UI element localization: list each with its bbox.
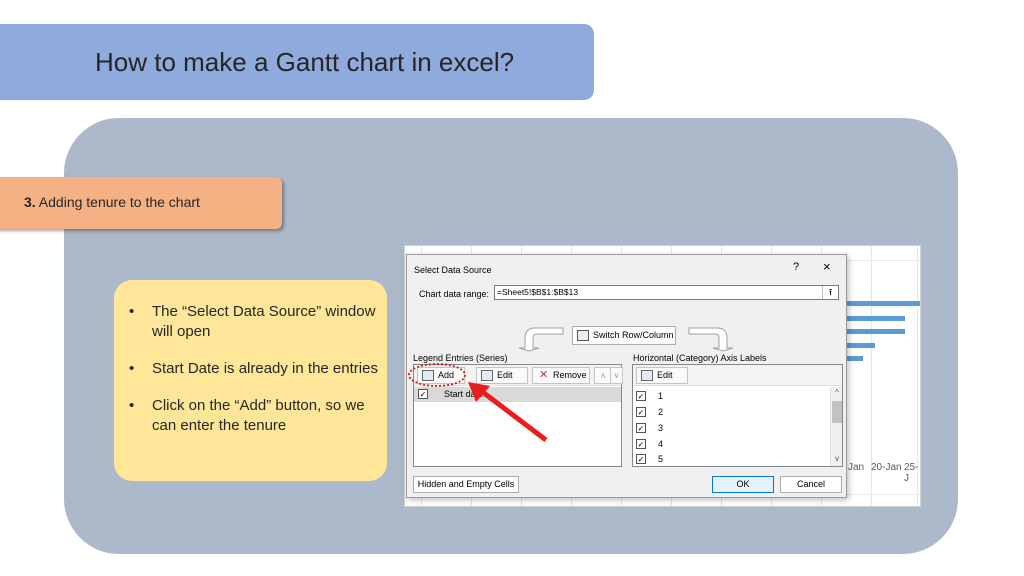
edit-axis-labels-label: Edit	[657, 370, 673, 380]
chart-data-range-input[interactable]: =Sheet5!$B$1:$B$13 ⭱	[494, 285, 839, 300]
switch-row-column-label: Switch Row/Column	[593, 330, 674, 340]
category-labels-list: Edit ✓ 1 ✓ 2 ✓ 3 ✓ 4 ✓ 5 ^ v	[632, 364, 843, 467]
scroll-up-icon[interactable]: ^	[831, 388, 843, 400]
category-checkbox[interactable]: ✓	[636, 407, 646, 417]
bullet-list: The “Select Data Source” window will ope…	[128, 302, 383, 453]
category-label: 2	[658, 407, 664, 417]
category-checkbox[interactable]: ✓	[636, 391, 646, 401]
cancel-button[interactable]: Cancel	[780, 476, 842, 493]
category-checkbox[interactable]: ✓	[636, 439, 646, 449]
category-checkbox[interactable]: ✓	[636, 454, 646, 464]
scroll-down-icon[interactable]: v	[831, 454, 843, 466]
edit-icon	[641, 370, 653, 381]
axis-tick-label: 25-J	[904, 462, 919, 484]
curved-arrow-right-icon	[688, 327, 734, 352]
category-item[interactable]: ✓ 3	[636, 422, 826, 436]
edit-axis-labels-button[interactable]: Edit	[636, 367, 688, 384]
add-button-highlight	[408, 363, 466, 387]
category-item[interactable]: ✓ 5	[636, 453, 826, 467]
step-number: 3.	[24, 194, 36, 210]
chart-bar	[847, 301, 920, 306]
chart-bar	[847, 329, 905, 334]
category-item[interactable]: ✓ 1	[636, 390, 826, 404]
slide-title: How to make a Gantt chart in excel?	[95, 47, 515, 77]
switch-icon	[577, 330, 589, 341]
axis-tick-label: Jan	[848, 462, 865, 473]
axis-tick-label: 20-Jan	[871, 462, 902, 473]
chart-bar	[847, 316, 905, 321]
category-label: 5	[658, 454, 664, 464]
collapse-dialog-icon[interactable]: ⭱	[822, 286, 838, 299]
category-label: 1	[658, 391, 664, 401]
bullet-item: Start Date is already in the entries	[128, 359, 383, 379]
bullet-item: Click on the “Add” button, so we can ent…	[128, 396, 383, 436]
edit-series-label: Edit	[497, 370, 513, 380]
category-item[interactable]: ✓ 4	[636, 438, 826, 452]
dialog-title: Select Data Source	[414, 265, 492, 275]
series-checkbox[interactable]: ✓	[418, 389, 428, 399]
chart-bar	[847, 356, 863, 361]
remove-series-label: Remove	[553, 370, 587, 380]
select-data-source-dialog: Select Data Source ? × Chart data range:…	[406, 254, 847, 498]
step-heading: 3. Adding tenure to the chart	[24, 194, 200, 210]
slide: How to make a Gantt chart in excel? 3. A…	[0, 0, 1024, 576]
step-text: Adding tenure to the chart	[35, 194, 200, 210]
chart-data-range-value: =Sheet5!$B$1:$B$13	[497, 287, 579, 297]
move-down-button[interactable]: ∨	[610, 367, 623, 384]
hidden-empty-cells-button[interactable]: Hidden and Empty Cells	[413, 476, 519, 493]
category-toolbar: Edit	[633, 365, 842, 386]
category-label: 3	[658, 423, 664, 433]
close-button[interactable]: ×	[823, 259, 831, 274]
category-item[interactable]: ✓ 2	[636, 406, 826, 420]
bullet-item: The “Select Data Source” window will ope…	[128, 302, 383, 342]
switch-row-column-button[interactable]: Switch Row/Column	[572, 326, 676, 345]
chart-data-range-label: Chart data range:	[419, 289, 490, 299]
category-checkbox[interactable]: ✓	[636, 423, 646, 433]
axis-labels-label: Horizontal (Category) Axis Labels	[633, 353, 767, 363]
ok-button[interactable]: OK	[712, 476, 774, 493]
help-button[interactable]: ?	[793, 261, 799, 273]
red-arrow-icon	[468, 382, 548, 442]
legend-entries-label: Legend Entries (Series)	[413, 353, 508, 363]
category-label: 4	[658, 439, 664, 449]
scroll-thumb[interactable]	[832, 401, 842, 423]
curved-arrow-left-icon	[518, 327, 564, 352]
category-scrollbar[interactable]: ^ v	[830, 387, 842, 466]
chart-bar	[847, 343, 875, 348]
